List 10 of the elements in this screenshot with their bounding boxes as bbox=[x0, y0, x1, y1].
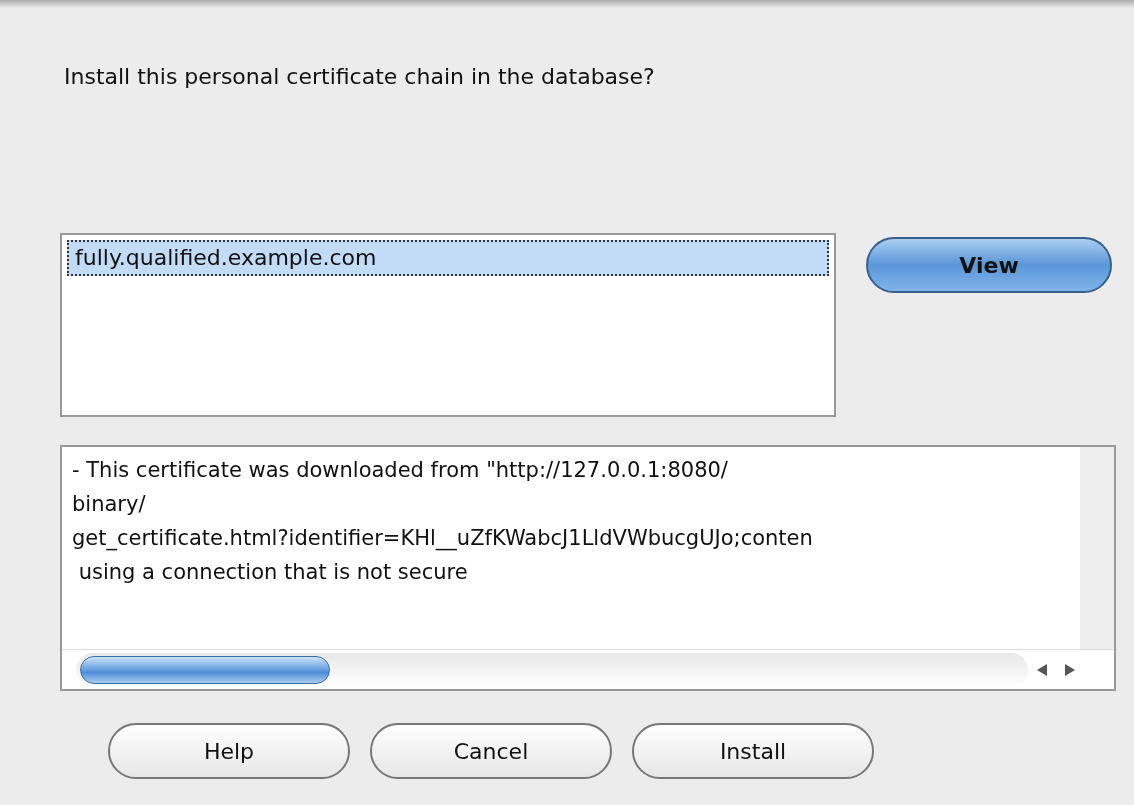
scroll-left-icon[interactable] bbox=[1037, 664, 1047, 676]
dialog-button[interactable]: Install bbox=[632, 723, 874, 779]
view-button[interactable]: View bbox=[866, 237, 1112, 293]
scroll-right-icon[interactable] bbox=[1065, 664, 1075, 676]
list-item[interactable]: fully.qualified.example.com bbox=[67, 240, 829, 276]
dialog-button[interactable]: Help bbox=[108, 723, 350, 779]
scrollbar-thumb[interactable] bbox=[80, 655, 330, 684]
prompt-text: Install this personal certificate chain in the database? bbox=[64, 63, 656, 91]
dialog-button[interactable]: Cancel bbox=[370, 723, 612, 779]
scrollbar-track[interactable] bbox=[76, 652, 1028, 687]
